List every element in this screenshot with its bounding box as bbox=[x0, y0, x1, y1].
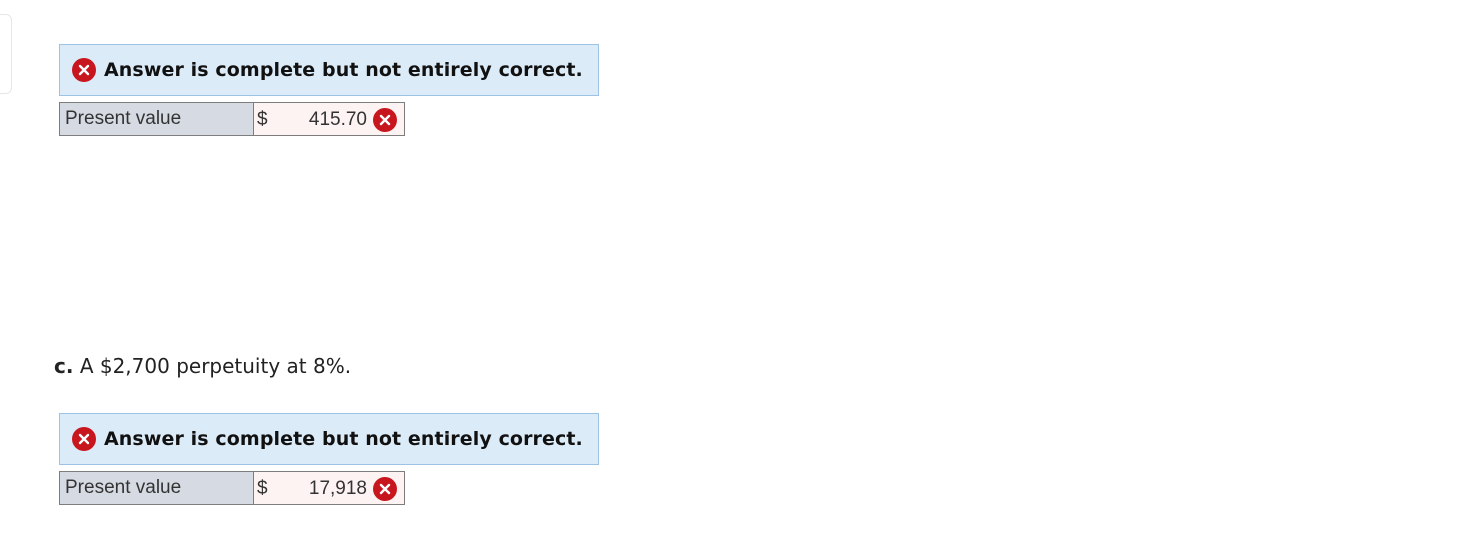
feedback-message: Answer is complete but not entirely corr… bbox=[104, 59, 583, 81]
answer-feedback-banner: Answer is complete but not entirely corr… bbox=[59, 44, 599, 96]
answer-input[interactable]: $ 17,918 bbox=[254, 471, 405, 505]
question-body: A $2,700 perpetuity at 8%. bbox=[79, 354, 352, 378]
row-label: Present value bbox=[59, 102, 254, 136]
incorrect-x-icon bbox=[72, 58, 96, 82]
answer-row: Present value $ 17,918 bbox=[59, 471, 405, 505]
answer-value: 415.70 bbox=[308, 109, 367, 130]
incorrect-x-icon bbox=[373, 477, 397, 501]
question-text: c. A $2,700 perpetuity at 8%. bbox=[54, 354, 351, 378]
currency-symbol: $ bbox=[257, 109, 268, 130]
answer-feedback-banner: Answer is complete but not entirely corr… bbox=[59, 413, 599, 465]
currency-symbol: $ bbox=[257, 478, 268, 499]
answer-value: 17,918 bbox=[308, 478, 367, 499]
question-letter: c. bbox=[54, 354, 74, 378]
incorrect-x-icon bbox=[373, 108, 397, 132]
row-label: Present value bbox=[59, 471, 254, 505]
incorrect-x-icon bbox=[72, 427, 96, 451]
answer-input[interactable]: $ 415.70 bbox=[254, 102, 405, 136]
answer-row: Present value $ 415.70 bbox=[59, 102, 405, 136]
side-panel-edge bbox=[0, 14, 12, 94]
feedback-message: Answer is complete but not entirely corr… bbox=[104, 428, 583, 450]
